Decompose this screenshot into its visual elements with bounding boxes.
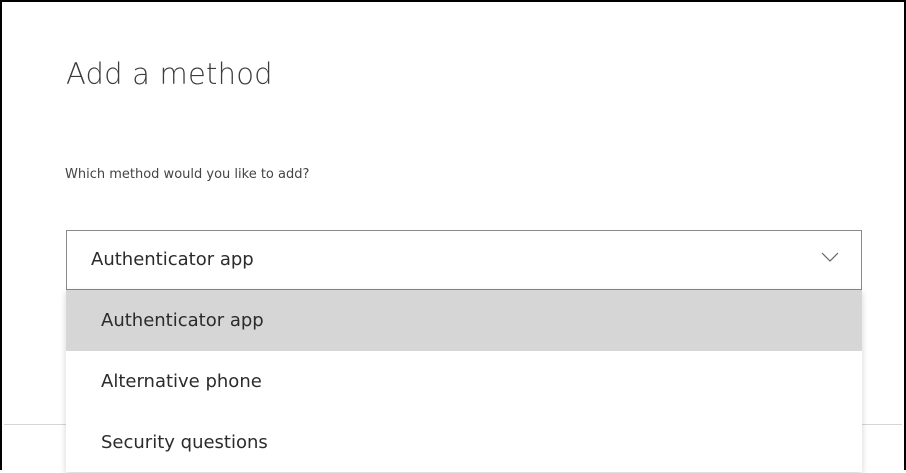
method-dropdown-list: Authenticator app Alternative phone Secu… <box>66 290 862 472</box>
dropdown-option-security-questions[interactable]: Security questions <box>66 412 862 473</box>
dropdown-option-authenticator-app[interactable]: Authenticator app <box>66 290 862 351</box>
dropdown-option-alternative-phone[interactable]: Alternative phone <box>66 351 862 412</box>
chevron-down-icon[interactable] <box>821 251 839 263</box>
add-method-dialog: Add a method Which method would you like… <box>0 0 906 472</box>
method-select-value: Authenticator app <box>91 249 254 270</box>
dialog-title: Add a method <box>66 57 273 91</box>
method-question-label: Which method would you like to add? <box>65 167 310 182</box>
method-select[interactable]: Authenticator app <box>66 230 862 290</box>
